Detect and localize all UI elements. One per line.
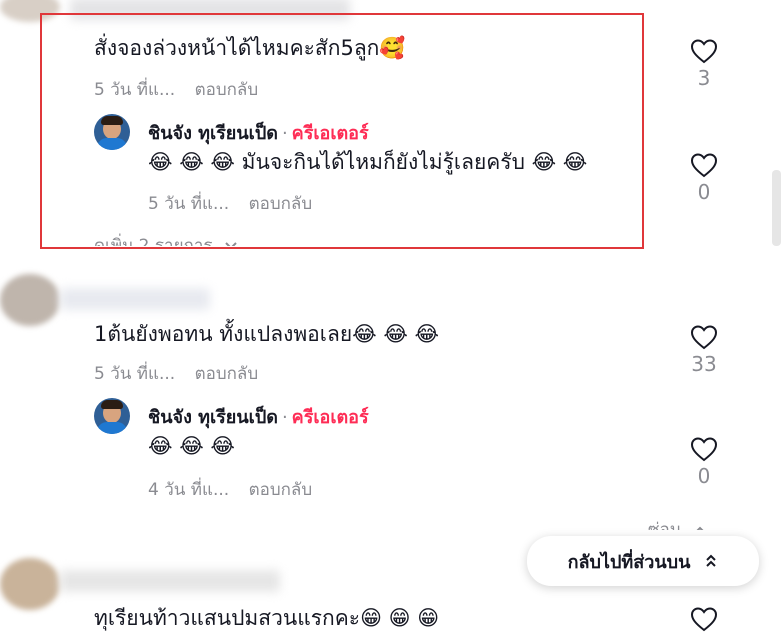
back-to-top-button[interactable]: กลับไปที่ส่วนบน xyxy=(527,536,759,586)
comment-meta: 5 วัน ที่แ... ตอบกลับ xyxy=(94,360,258,387)
heart-outline-icon xyxy=(690,607,718,632)
like-count: 0 xyxy=(697,464,711,488)
comment-text: 1ต้นยังพอทน ทั้งแปลงพอเลย😂 😂 😂 xyxy=(94,322,440,346)
like-button[interactable]: 0 xyxy=(684,436,724,488)
heart-outline-icon xyxy=(690,437,718,462)
comment-text: ทุเรียนท้าวแสนปมสวนแรกคะ😁 😁 😁 xyxy=(94,606,440,630)
blurred-avatar[interactable] xyxy=(0,558,60,610)
like-button[interactable]: 0 xyxy=(684,152,724,204)
reply-meta: 4 วัน ที่แ... ตอบกลับ xyxy=(148,476,312,503)
heart-outline-icon xyxy=(690,325,718,350)
hide-replies[interactable]: ซ่อน xyxy=(648,516,707,530)
heart-outline-icon xyxy=(690,39,718,64)
back-to-top-label: กลับไปที่ส่วนบน xyxy=(567,551,691,573)
reply-author: ชินจัง ทุเรียนเป็ด · ครีเอเตอร์ xyxy=(148,407,369,428)
like-button[interactable]: 3 xyxy=(684,38,724,90)
reply-button[interactable]: ตอบกลับ xyxy=(195,364,259,384)
scrollbar[interactable] xyxy=(772,170,781,246)
reply-time: 4 วัน ที่แ... xyxy=(148,480,230,500)
blurred-username[interactable] xyxy=(60,288,210,310)
chevron-up-icon xyxy=(696,526,704,530)
blurred-username[interactable] xyxy=(60,570,280,592)
reply-text: 😂 😂 😂 xyxy=(148,434,235,458)
creator-badge: ครีเอเตอร์ xyxy=(291,407,369,428)
like-count: 3 xyxy=(697,66,711,90)
hide-replies-label: ซ่อน xyxy=(648,520,682,530)
like-count: 33 xyxy=(691,352,717,376)
double-chevron-up-icon xyxy=(706,554,717,567)
author-name[interactable]: ชินจัง ทุเรียนเป็ด xyxy=(148,407,278,428)
heart-outline-icon xyxy=(690,153,718,178)
like-button[interactable]: 33 xyxy=(684,324,724,376)
like-count: 0 xyxy=(697,180,711,204)
reply-button[interactable]: ตอบกลับ xyxy=(249,480,313,500)
comment-time: 5 วัน ที่แ... xyxy=(94,364,176,384)
blurred-avatar[interactable] xyxy=(0,274,60,326)
like-button[interactable] xyxy=(684,606,724,632)
highlight-box xyxy=(40,13,644,249)
creator-avatar[interactable] xyxy=(94,398,130,434)
